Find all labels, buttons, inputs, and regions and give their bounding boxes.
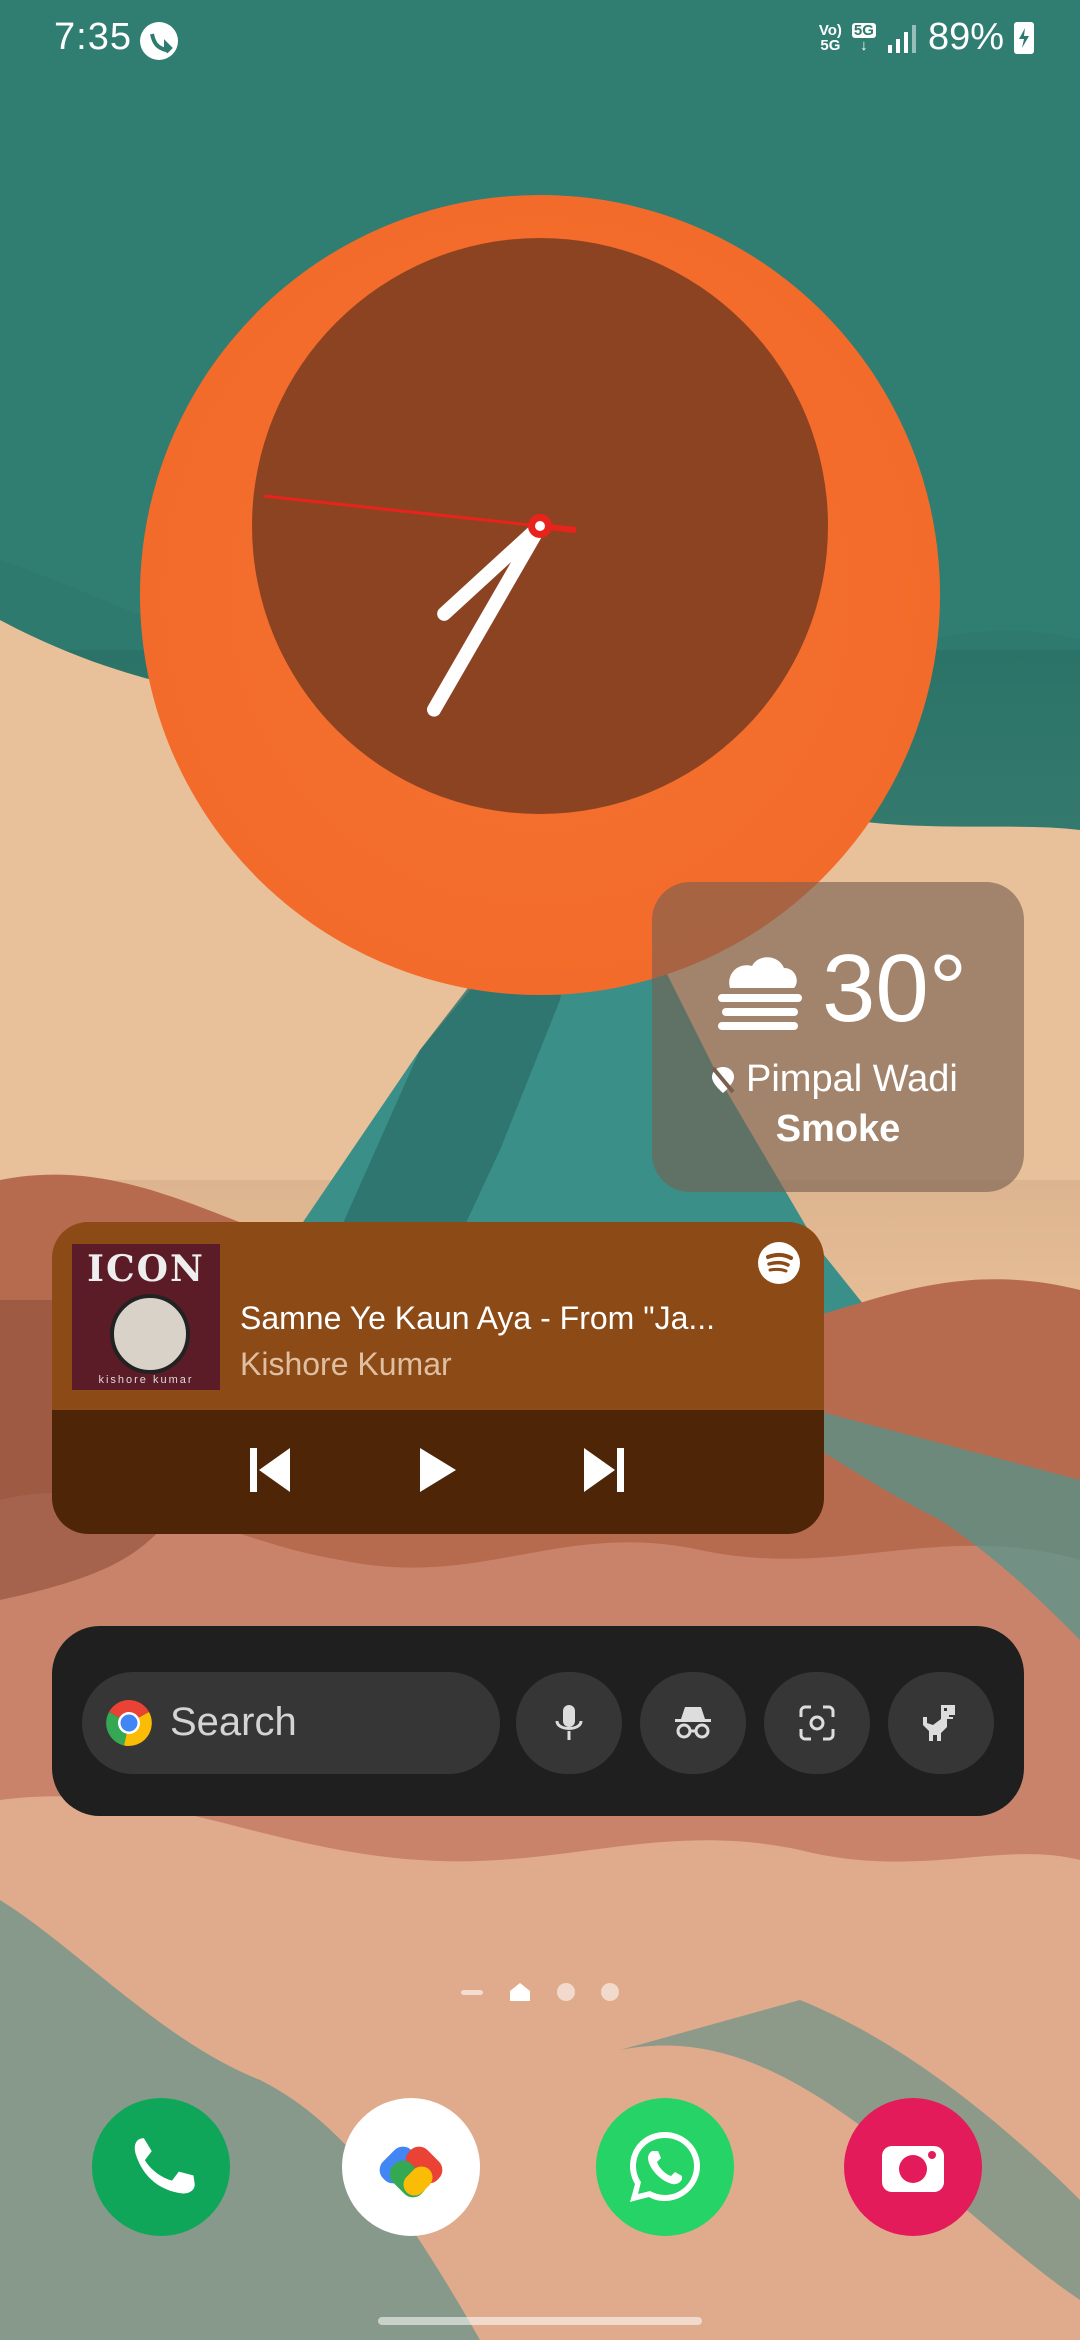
- dock-app-google-pay[interactable]: [342, 2098, 480, 2236]
- battery-percent: 89%: [927, 16, 1004, 58]
- phone-icon: [134, 2138, 195, 2194]
- status-time: 7:35: [54, 16, 132, 58]
- location-off-icon: [711, 1066, 735, 1093]
- incognito-button[interactable]: [640, 1672, 746, 1774]
- lens-button[interactable]: [764, 1672, 870, 1774]
- weather-temperature: 30°: [822, 935, 968, 1042]
- chrome-icon: [106, 1700, 152, 1747]
- lens-icon: [799, 1705, 835, 1741]
- voice-search-button[interactable]: [516, 1672, 622, 1774]
- page-dot: [557, 1983, 575, 2001]
- dock-app-whatsapp[interactable]: [596, 2098, 734, 2236]
- dino-game-button[interactable]: [888, 1672, 994, 1774]
- vpn-key-icon: [140, 22, 178, 60]
- album-art[interactable]: ICON kishore kumar: [72, 1244, 220, 1390]
- status-icons: Vo) 5G 5G ↓ 89%: [819, 16, 1034, 59]
- weather-widget[interactable]: 30° Pimpal Wadi Smoke: [652, 882, 1024, 1192]
- album-art-artist: kishore kumar: [98, 1374, 194, 1386]
- dock-app-phone[interactable]: [92, 2098, 230, 2236]
- music-player-widget[interactable]: ICON kishore kumar Samne Ye Kaun Aya - F…: [52, 1222, 824, 1534]
- album-art-portrait: [110, 1294, 190, 1374]
- album-art-title: ICON: [87, 1248, 205, 1290]
- mic-icon: [555, 1705, 583, 1740]
- home-page-icon: [510, 1983, 530, 2001]
- page-indicator-left: [461, 1989, 483, 1995]
- track-artist: Kishore Kumar: [240, 1346, 452, 1382]
- spotify-icon[interactable]: [758, 1242, 800, 1284]
- haze-icon: [718, 957, 802, 1030]
- signal-icon: [887, 24, 916, 53]
- weather-location-label: Pimpal Wadi: [746, 1058, 958, 1100]
- skip-previous-icon[interactable]: [240, 1440, 300, 1500]
- incognito-icon: [675, 1707, 711, 1739]
- search-bar[interactable]: Search: [82, 1672, 500, 1774]
- gesture-nav-handle[interactable]: [378, 2317, 702, 2325]
- clock-hands: [263, 494, 577, 717]
- music-info-panel[interactable]: ICON kishore kumar Samne Ye Kaun Aya - F…: [52, 1222, 824, 1410]
- camera-icon: [882, 2146, 944, 2192]
- weather-condition: Smoke: [775, 1108, 901, 1150]
- skip-next-icon[interactable]: [574, 1440, 634, 1500]
- google-pay-icon: [379, 2146, 443, 2198]
- dino-icon: [923, 1705, 955, 1741]
- track-title: Samne Ye Kaun Aya - From "Ja...: [240, 1300, 716, 1336]
- status-bar: 7:35 Vo) 5G 5G ↓ 89%: [0, 0, 1080, 80]
- play-icon[interactable]: [406, 1440, 466, 1500]
- chrome-search-widget: Search: [52, 1626, 1024, 1816]
- page-indicator[interactable]: [0, 1980, 1080, 2004]
- page-dot: [601, 1983, 619, 2001]
- network-5g-icon: 5G ↓: [851, 21, 876, 54]
- second-hand: [263, 494, 541, 528]
- whatsapp-icon: [630, 2132, 700, 2202]
- weather-location: Pimpal Wadi: [710, 1058, 958, 1101]
- search-placeholder: Search: [170, 1700, 297, 1744]
- dock-app-camera[interactable]: [844, 2098, 982, 2236]
- volte-icon: Vo) 5G: [818, 21, 842, 54]
- battery-charging-icon: [1014, 21, 1034, 54]
